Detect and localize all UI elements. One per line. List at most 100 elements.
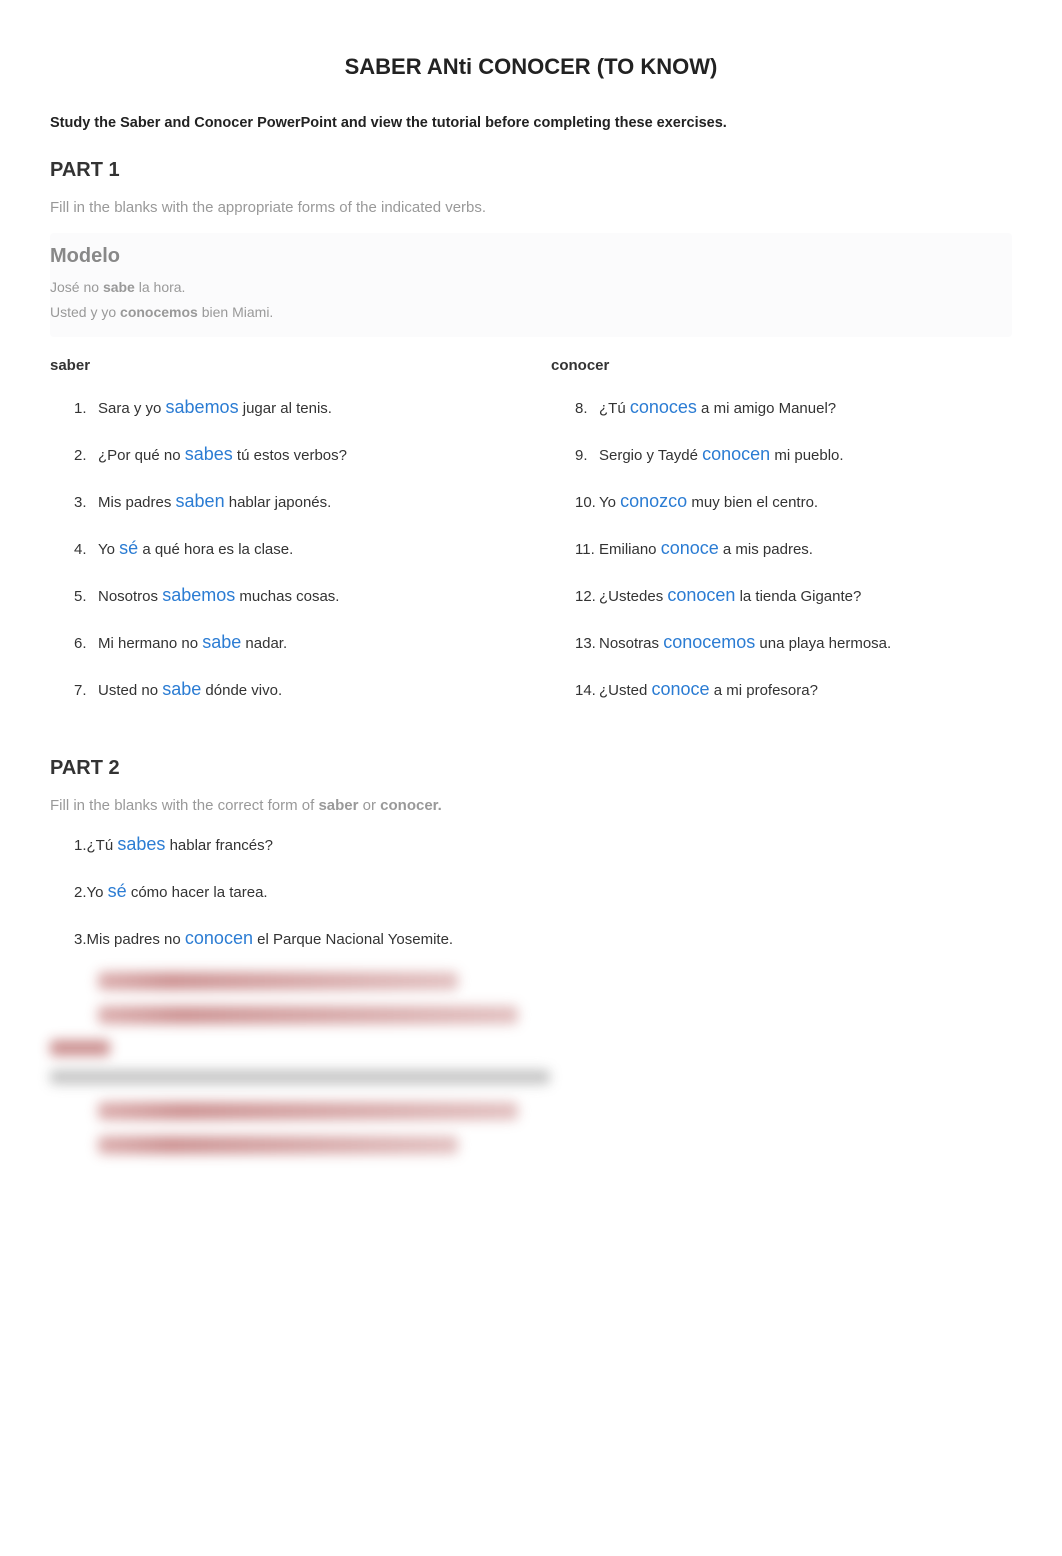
list-item: 8.¿Tú conoces a mi amigo Manuel? xyxy=(575,394,1012,421)
list-item: 2.¿Por qué no sabes tú estos verbos? xyxy=(74,441,511,468)
list-item: 3.Mis padres saben hablar japonés. xyxy=(74,488,511,515)
part2-list: 1.¿Tú sabes hablar francés? 2.Yo sé cómo… xyxy=(50,831,1012,952)
item-number: 6. xyxy=(74,633,98,656)
conocer-column: conocer 8.¿Tú conoces a mi amigo Manuel?… xyxy=(551,355,1012,723)
item-number: 5. xyxy=(74,586,98,609)
modelo-line2-c: bien Miami. xyxy=(198,304,273,320)
part2-sub-c: or xyxy=(358,797,380,814)
item-post: mi pueblo. xyxy=(770,447,843,464)
modelo-line-2: Usted y yo conocemos bien Miami. xyxy=(50,302,1012,323)
exercise-columns: saber 1.Sara y yo sabemos jugar al tenis… xyxy=(50,355,1012,723)
answer-input[interactable]: sé xyxy=(119,535,138,562)
blurred-line xyxy=(98,1006,518,1024)
item-post: a qué hora es la clase. xyxy=(138,541,293,558)
answer-input[interactable]: sabes xyxy=(117,831,165,858)
item-post: jugar al tenis. xyxy=(239,400,332,417)
item-pre: Yo xyxy=(87,884,108,901)
item-number: 4. xyxy=(74,539,98,562)
item-pre: Nosotros xyxy=(98,588,162,605)
item-number: 1. xyxy=(74,398,98,421)
answer-input[interactable]: conocemos xyxy=(663,629,755,656)
list-item: 7.Usted no sabe dónde vivo. xyxy=(74,676,511,703)
item-pre: ¿Por qué no xyxy=(98,447,185,464)
item-post: a mi amigo Manuel? xyxy=(697,400,836,417)
item-number: 9. xyxy=(575,445,599,468)
answer-input[interactable]: conoce xyxy=(652,676,710,703)
list-item: 2.Yo sé cómo hacer la tarea. xyxy=(74,878,1012,905)
list-item: 10.Yo conozco muy bien el centro. xyxy=(575,488,1012,515)
item-pre: Mis padres no xyxy=(87,931,185,948)
item-post: la tienda Gigante? xyxy=(735,588,861,605)
blurred-line xyxy=(98,1136,458,1154)
item-post: a mi profesora? xyxy=(710,682,818,699)
item-number: 14. xyxy=(575,680,599,703)
item-number: 11. xyxy=(575,539,599,562)
answer-input[interactable]: sabe xyxy=(202,629,241,656)
item-post: hablar francés? xyxy=(165,837,273,854)
item-pre: Nosotras xyxy=(599,635,663,652)
item-pre: ¿Tú xyxy=(599,400,630,417)
item-number: 3. xyxy=(74,492,98,515)
part1-heading: PART 1 xyxy=(50,155,1012,185)
item-number: 7. xyxy=(74,680,98,703)
answer-input[interactable]: conoces xyxy=(630,394,697,421)
answer-input[interactable]: conocen xyxy=(185,925,253,952)
list-item: 1.¿Tú sabes hablar francés? xyxy=(74,831,1012,858)
modelo-line-1: José no sabe la hora. xyxy=(50,277,1012,298)
answer-input[interactable]: sabemos xyxy=(166,394,239,421)
blurred-line xyxy=(98,1102,518,1120)
modelo-line1-b: sabe xyxy=(103,279,135,295)
item-pre: ¿Usted xyxy=(599,682,652,699)
modelo-line2-b: conocemos xyxy=(120,304,198,320)
page-title: SABER ANti CONOCER (TO KNOW) xyxy=(50,50,1012,83)
answer-input[interactable]: conocen xyxy=(667,582,735,609)
item-post: cómo hacer la tarea. xyxy=(127,884,268,901)
list-item: 1.Sara y yo sabemos jugar al tenis. xyxy=(74,394,511,421)
obscured-content xyxy=(50,972,1012,1154)
study-instruction: Study the Saber and Conocer PowerPoint a… xyxy=(50,113,1012,135)
list-item: 11.Emiliano conoce a mis padres. xyxy=(575,535,1012,562)
modelo-block: Modelo José no sabe la hora. Usted y yo … xyxy=(50,233,1012,337)
answer-input[interactable]: sabemos xyxy=(162,582,235,609)
list-item: 6.Mi hermano no sabe nadar. xyxy=(74,629,511,656)
list-item: 9.Sergio y Taydé conocen mi pueblo. xyxy=(575,441,1012,468)
conocer-list: 8.¿Tú conoces a mi amigo Manuel? 9.Sergi… xyxy=(551,394,1012,703)
list-item: 13.Nosotras conocemos una playa hermosa. xyxy=(575,629,1012,656)
item-pre: Mis padres xyxy=(98,494,176,511)
item-pre: Emiliano xyxy=(599,541,661,558)
item-post: una playa hermosa. xyxy=(755,635,891,652)
part2-sub-d: conocer. xyxy=(380,797,442,814)
part1-sub: Fill in the blanks with the appropriate … xyxy=(50,197,1012,220)
answer-input[interactable]: sabes xyxy=(185,441,233,468)
list-item: 12.¿Ustedes conocen la tienda Gigante? xyxy=(575,582,1012,609)
item-pre: ¿Tú xyxy=(87,837,118,854)
item-post: nadar. xyxy=(241,635,287,652)
saber-column: saber 1.Sara y yo sabemos jugar al tenis… xyxy=(50,355,511,723)
item-post: muchas cosas. xyxy=(235,588,339,605)
answer-input[interactable]: conozco xyxy=(620,488,687,515)
part2-sub: Fill in the blanks with the correct form… xyxy=(50,795,1012,818)
list-item: 3.Mis padres no conocen el Parque Nacion… xyxy=(74,925,1012,952)
item-pre: Usted no xyxy=(98,682,162,699)
item-number: 1. xyxy=(74,837,87,854)
item-pre: Sara y yo xyxy=(98,400,166,417)
answer-input[interactable]: conocen xyxy=(702,441,770,468)
item-number: 13. xyxy=(575,633,599,656)
conocer-heading: conocer xyxy=(551,355,1012,378)
blurred-heading xyxy=(50,1040,110,1056)
saber-heading: saber xyxy=(50,355,511,378)
modelo-line1-c: la hora. xyxy=(135,279,186,295)
item-pre: ¿Ustedes xyxy=(599,588,667,605)
item-pre: Yo xyxy=(599,494,620,511)
item-number: 3. xyxy=(74,931,87,948)
modelo-heading: Modelo xyxy=(50,241,1012,271)
answer-input[interactable]: sé xyxy=(108,878,127,905)
answer-input[interactable]: conoce xyxy=(661,535,719,562)
answer-input[interactable]: saben xyxy=(176,488,225,515)
answer-input[interactable]: sabe xyxy=(162,676,201,703)
item-number: 2. xyxy=(74,445,98,468)
part2-sub-a: Fill in the blanks with the correct form… xyxy=(50,797,318,814)
modelo-line2-a: Usted y yo xyxy=(50,304,120,320)
item-post: muy bien el centro. xyxy=(687,494,818,511)
item-post: dónde vivo. xyxy=(201,682,282,699)
